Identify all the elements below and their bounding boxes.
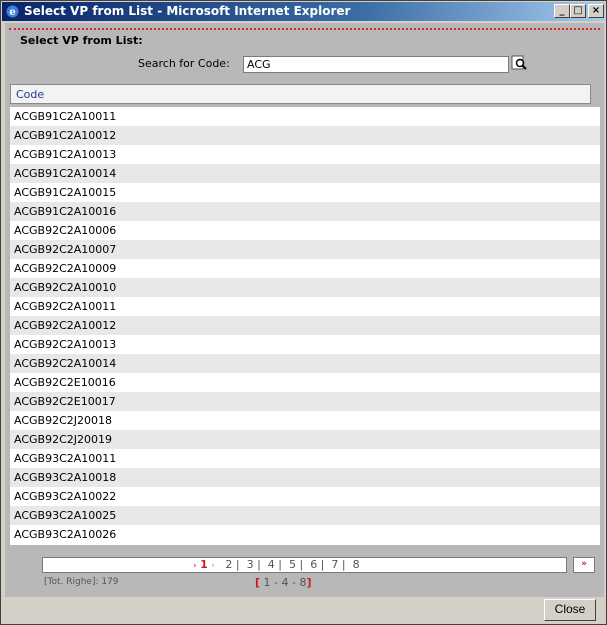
page-current: 1: [200, 558, 208, 571]
code-column-header[interactable]: Code: [10, 84, 591, 104]
page-divider: |: [274, 558, 282, 571]
internet-explorer-icon: e: [6, 5, 19, 18]
page-separator: [261, 558, 268, 571]
search-input[interactable]: [243, 56, 509, 73]
minimize-button[interactable]: _: [554, 4, 570, 18]
page-link[interactable]: 4: [268, 558, 275, 571]
list-item[interactable]: ACGB92C2A10010: [10, 278, 600, 297]
title-bar[interactable]: e Select VP from List - Microsoft Intern…: [2, 2, 605, 21]
list-item[interactable]: ACGB92C2A10014: [10, 354, 600, 373]
list-item[interactable]: ACGB91C2A10016: [10, 202, 600, 221]
dialog-heading: Select VP from List:: [20, 34, 143, 47]
page-divider: |: [253, 558, 261, 571]
page-range: [ 1 - 4 - 8]: [255, 576, 311, 589]
list-item[interactable]: ACGB91C2A10014: [10, 164, 600, 183]
close-window-button[interactable]: ×: [588, 4, 604, 18]
page-separator: [346, 558, 353, 571]
browser-window: e Select VP from List - Microsoft Intern…: [0, 0, 607, 625]
list-item[interactable]: ACGB92C2J20019: [10, 430, 600, 449]
list-item[interactable]: ACGB92C2A10006: [10, 221, 600, 240]
page-link[interactable]: 3: [247, 558, 254, 571]
header-divider: [9, 28, 600, 30]
page-marker-icon: ‹: [211, 561, 215, 571]
list-item[interactable]: ACGB93C2A10018: [10, 468, 600, 487]
page-link[interactable]: 5: [289, 558, 296, 571]
list-item[interactable]: ACGB92C2E10017: [10, 392, 600, 411]
list-item[interactable]: ACGB93C2A10025: [10, 506, 600, 525]
list-item[interactable]: ACGB92C2A10013: [10, 335, 600, 354]
pagination: › 1 ‹ 2 | 3 | 4 | 5 | 6 | 7 | 8 » [Tot. …: [10, 549, 600, 599]
window-title: Select VP from List - Microsoft Internet…: [24, 4, 351, 18]
list-item[interactable]: ACGB92C2A10007: [10, 240, 600, 259]
page-links: › 1 ‹ 2 | 3 | 4 | 5 | 6 | 7 | 8: [42, 557, 567, 573]
page-separator: [240, 558, 247, 571]
list-item[interactable]: ACGB92C2A10009: [10, 259, 600, 278]
list-item[interactable]: ACGB92C2A10011: [10, 297, 600, 316]
total-rows: [Tot. Righe]: 179: [44, 577, 119, 587]
list-item[interactable]: ACGB91C2A10012: [10, 126, 600, 145]
next-page-button[interactable]: »: [573, 557, 595, 573]
list-item[interactable]: ACGB92C2J20018: [10, 411, 600, 430]
page-divider: |: [338, 558, 346, 571]
list-item[interactable]: ACGB91C2A10015: [10, 183, 600, 202]
list-item[interactable]: ACGB93C2A10026: [10, 525, 600, 544]
list-item[interactable]: ACGB93C2A10011: [10, 449, 600, 468]
page-divider: |: [232, 558, 240, 571]
page-separator: [282, 558, 289, 571]
list-item[interactable]: ACGB91C2A10011: [10, 107, 600, 126]
svg-text:e: e: [9, 7, 15, 18]
range-text: 1 - 4 - 8: [260, 576, 307, 589]
range-close-bracket: ]: [306, 576, 312, 589]
page-marker-icon: ›: [193, 561, 197, 571]
maximize-button[interactable]: □: [570, 4, 586, 18]
search-label: Search for Code:: [138, 57, 230, 70]
list-item[interactable]: ACGB91C2A10013: [10, 145, 600, 164]
list-item[interactable]: ACGB93C2A10022: [10, 487, 600, 506]
code-column-label: Code: [16, 88, 45, 101]
code-list: ACGB91C2A10011 ACGB91C2A10012 ACGB91C2A100…: [10, 107, 600, 545]
list-item[interactable]: ACGB92C2A10012: [10, 316, 600, 335]
page-link[interactable]: 8: [353, 558, 360, 571]
dialog-content: Select VP from List: Search for Code: Co…: [5, 23, 604, 597]
search-icon[interactable]: [511, 55, 527, 71]
list-item[interactable]: ACGB92C2E10016: [10, 373, 600, 392]
close-button[interactable]: Close: [544, 599, 596, 621]
